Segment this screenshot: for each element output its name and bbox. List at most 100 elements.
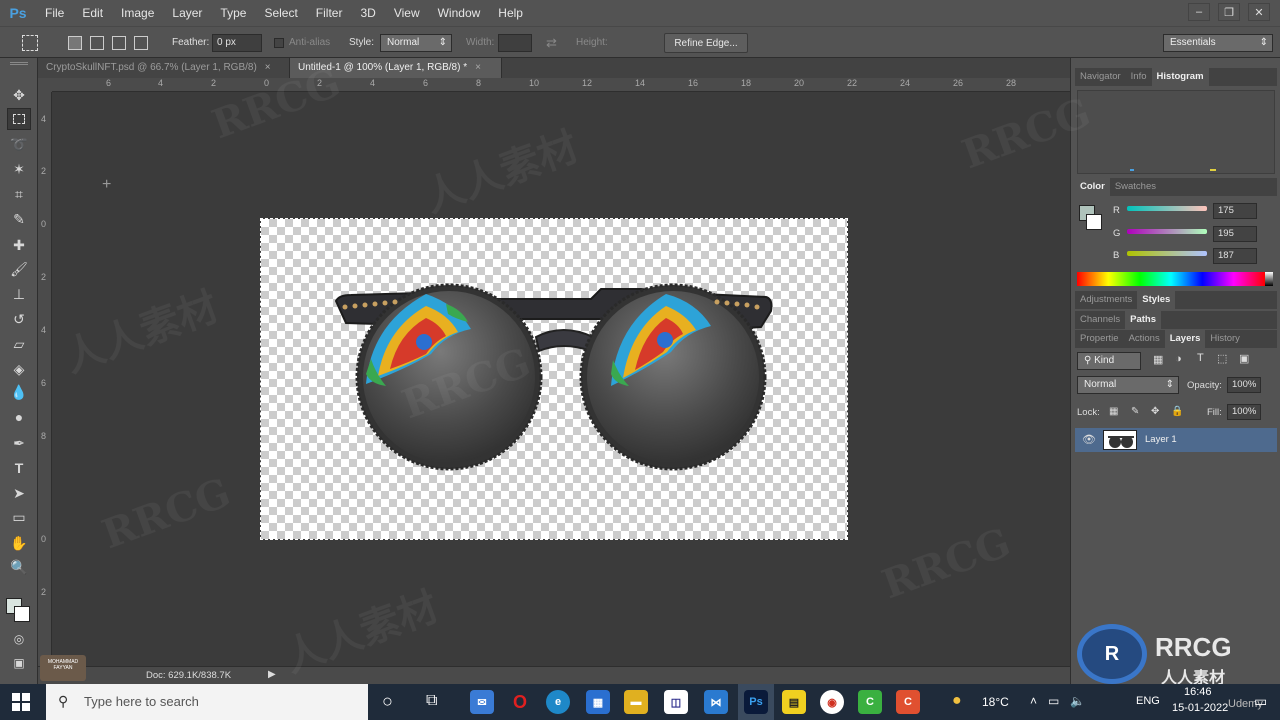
zoom-tool-icon[interactable]: 🔍 xyxy=(7,556,31,578)
b-value-input[interactable]: 187 xyxy=(1213,248,1257,264)
quick-mask-icon[interactable]: ◎ xyxy=(7,628,31,650)
fill-input[interactable]: 100% xyxy=(1227,404,1261,420)
magic-wand-icon[interactable]: ✶ xyxy=(7,158,31,180)
taskbar-search-box[interactable]: ⚲ Type here to search xyxy=(46,684,368,720)
edge-icon[interactable]: e xyxy=(546,690,570,714)
minimize-icon[interactable]: – xyxy=(1188,3,1210,21)
tab-properties[interactable]: Propertie xyxy=(1075,330,1124,348)
crop-tool-icon[interactable]: ⌗ xyxy=(7,183,31,205)
chrome-icon[interactable]: ◉ xyxy=(820,690,844,714)
tab-cryptoskull[interactable]: CryptoSkullNFT.psd @ 66.7% (Layer 1, RGB… xyxy=(38,58,290,78)
move-tool-icon[interactable]: ✥ xyxy=(7,84,31,106)
sticky-notes-icon[interactable]: ▤ xyxy=(782,690,806,714)
tab-paths[interactable]: Paths xyxy=(1125,311,1162,329)
subtract-selection-icon[interactable] xyxy=(112,36,126,50)
tab-swatches[interactable]: Swatches xyxy=(1110,178,1161,196)
brush-tool-icon[interactable]: 🖌 xyxy=(7,258,31,280)
menu-view[interactable]: View xyxy=(385,0,429,26)
r-slider[interactable] xyxy=(1127,206,1207,211)
tab-channels[interactable]: Channels xyxy=(1075,311,1125,329)
filter-type-icon[interactable]: T xyxy=(1197,352,1204,364)
menu-edit[interactable]: Edit xyxy=(73,0,112,26)
volume-icon[interactable]: 🔈 xyxy=(1070,694,1085,708)
eraser-icon[interactable]: ▱ xyxy=(7,333,31,355)
app-icon[interactable]: ◫ xyxy=(664,690,688,714)
marquee-preset-icon[interactable] xyxy=(22,35,38,51)
feather-input[interactable]: 0 px xyxy=(212,34,262,52)
paint-bucket-icon[interactable]: ◈ xyxy=(7,358,31,380)
close-icon[interactable]: × xyxy=(265,62,271,73)
screen-mode-icon[interactable]: ▣ xyxy=(7,652,31,674)
style-select[interactable]: Normal ⇕ xyxy=(380,34,452,52)
filter-smart-object-icon[interactable]: ▣ xyxy=(1239,352,1249,365)
filter-pixel-icon[interactable]: ▦ xyxy=(1153,353,1163,366)
intersect-selection-icon[interactable] xyxy=(134,36,148,50)
menu-help[interactable]: Help xyxy=(489,0,532,26)
tab-adjustments[interactable]: Adjustments xyxy=(1075,291,1137,309)
menu-3d[interactable]: 3D xyxy=(351,0,384,26)
history-brush-icon[interactable]: ↺ xyxy=(7,308,31,330)
lasso-tool-icon[interactable]: ➰ xyxy=(7,133,31,155)
windows-start-icon[interactable] xyxy=(12,693,30,711)
antialias-checkbox[interactable] xyxy=(274,38,284,48)
opera-icon[interactable]: O xyxy=(508,690,532,714)
tab-color[interactable]: Color xyxy=(1075,178,1110,196)
eyedropper-icon[interactable]: ✎ xyxy=(7,208,31,230)
swap-icon[interactable]: ⇄ xyxy=(546,35,557,51)
status-menu-arrow-icon[interactable]: ▶ xyxy=(268,669,276,680)
tab-untitled-1[interactable]: Untitled-1 @ 100% (Layer 1, RGB/8) * × xyxy=(290,58,502,78)
filter-shape-icon[interactable]: ⬚ xyxy=(1217,352,1227,365)
r-value-input[interactable]: 175 xyxy=(1213,203,1257,219)
opacity-input[interactable]: 100% xyxy=(1227,377,1261,393)
lock-position-icon[interactable]: ✥ xyxy=(1151,406,1159,417)
g-value-input[interactable]: 195 xyxy=(1213,226,1257,242)
background-color-swatch[interactable] xyxy=(14,606,30,622)
camtasia-icon[interactable]: C xyxy=(858,690,882,714)
tab-layers[interactable]: Layers xyxy=(1164,330,1206,348)
restore-icon[interactable]: ❐ xyxy=(1218,3,1240,21)
photoshop-taskbar-active[interactable]: Ps xyxy=(738,684,774,720)
width-input[interactable] xyxy=(498,34,532,52)
menu-file[interactable]: File xyxy=(36,0,73,26)
hand-tool-icon[interactable]: ✋ xyxy=(7,532,31,554)
notification-icon[interactable]: ▭ xyxy=(1254,693,1267,710)
dodge-tool-icon[interactable]: ● xyxy=(7,406,31,428)
layer-kind-filter[interactable]: ⚲ Kind xyxy=(1077,352,1141,370)
healing-brush-icon[interactable]: ✚ xyxy=(7,234,31,256)
clock-date[interactable]: 15-01-2022 xyxy=(1172,702,1228,714)
g-slider[interactable] xyxy=(1127,229,1207,234)
tab-histogram[interactable]: Histogram xyxy=(1151,68,1209,86)
menu-filter[interactable]: Filter xyxy=(307,0,352,26)
height-input[interactable] xyxy=(612,34,646,52)
tab-styles[interactable]: Styles xyxy=(1137,291,1176,309)
blur-tool-icon[interactable]: 💧 xyxy=(7,381,31,403)
add-selection-icon[interactable] xyxy=(90,36,104,50)
recorder-icon[interactable]: C xyxy=(896,690,920,714)
clock-time[interactable]: 16:46 xyxy=(1184,686,1212,698)
store-icon[interactable]: ▦ xyxy=(586,690,610,714)
menu-image[interactable]: Image xyxy=(112,0,163,26)
tab-actions[interactable]: Actions xyxy=(1124,330,1165,348)
lock-image-icon[interactable]: ✎ xyxy=(1131,406,1139,417)
lock-transparency-icon[interactable]: ▦ xyxy=(1109,406,1118,417)
menu-type[interactable]: Type xyxy=(211,0,255,26)
close-icon[interactable]: × xyxy=(475,62,481,73)
tab-navigator[interactable]: Navigator xyxy=(1075,68,1126,86)
tray-chevron-icon[interactable]: ˄ xyxy=(1030,694,1037,708)
clone-stamp-icon[interactable]: ⊥ xyxy=(7,283,31,305)
workspace-select[interactable]: Essentials ⇕ xyxy=(1163,34,1273,52)
menu-layer[interactable]: Layer xyxy=(163,0,211,26)
mail-icon[interactable]: ✉ xyxy=(470,690,494,714)
network-icon[interactable]: ▭ xyxy=(1048,694,1059,708)
close-icon[interactable]: ✕ xyxy=(1248,3,1270,21)
path-selection-icon[interactable]: ➤ xyxy=(7,482,31,504)
language-indicator[interactable]: ENG xyxy=(1136,695,1160,707)
vscode-icon[interactable]: ⋈ xyxy=(704,690,728,714)
file-explorer-icon[interactable]: ▬ xyxy=(624,690,648,714)
lock-all-icon[interactable]: 🔒 xyxy=(1171,406,1183,417)
grayscale-ramp[interactable] xyxy=(1265,272,1273,286)
type-tool-icon[interactable]: T xyxy=(7,457,31,479)
color-spectrum-bar[interactable] xyxy=(1077,272,1265,286)
marquee-tool-icon[interactable] xyxy=(7,108,31,130)
tab-info[interactable]: Info xyxy=(1126,68,1152,86)
